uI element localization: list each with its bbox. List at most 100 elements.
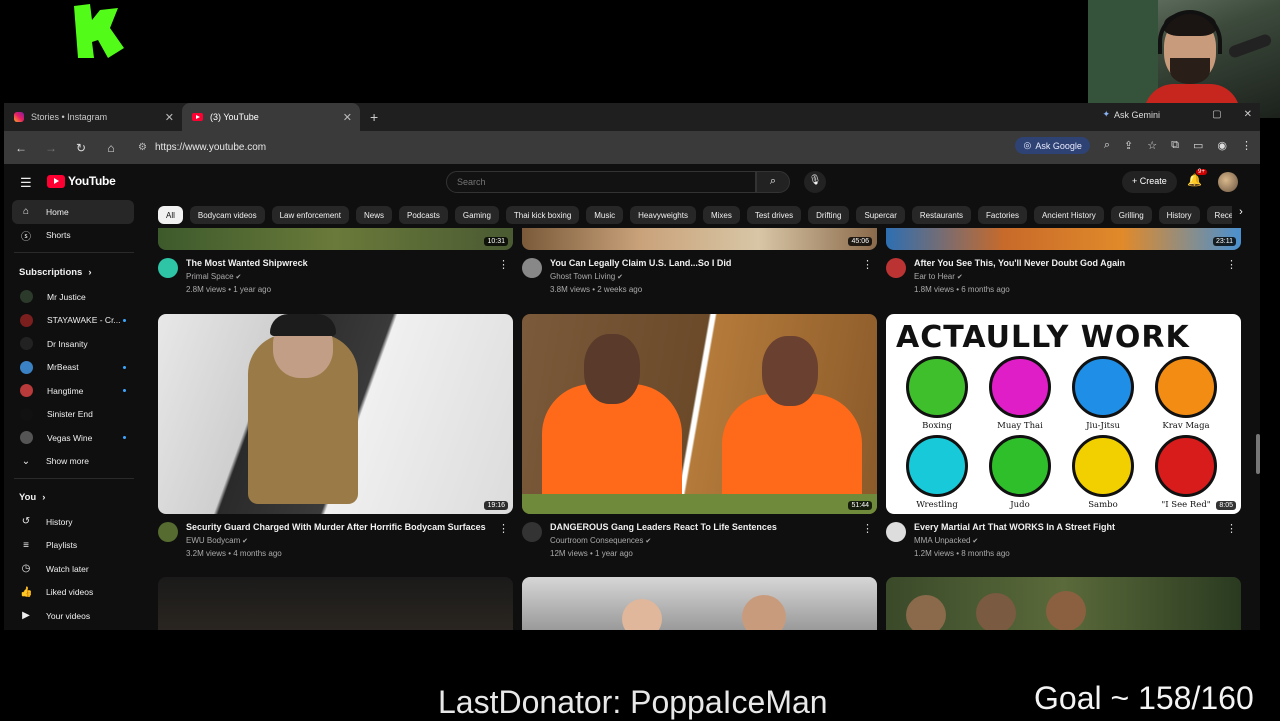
channel-name[interactable]: Courtroom Consequences ✔	[550, 536, 651, 545]
search-button[interactable]: ⌕	[756, 171, 790, 193]
notifications-bell-icon[interactable]: 🔔	[1187, 173, 1202, 187]
filter-chip[interactable]: News	[355, 206, 392, 224]
filter-chip[interactable]: Podcasts	[398, 206, 448, 224]
sidebar-subscription[interactable]: Dr Insanity	[4, 332, 144, 356]
video-thumbnail[interactable]	[886, 577, 1241, 630]
filter-chip[interactable]: Drifting	[808, 206, 850, 224]
filter-chip[interactable]: Mixes	[702, 206, 740, 224]
more-actions-icon[interactable]: ⋮	[498, 258, 509, 271]
video-title[interactable]: Security Guard Charged With Murder After…	[186, 522, 486, 532]
video-title[interactable]: DANGEROUS Gang Leaders React To Life Sen…	[550, 522, 777, 532]
video-thumbnail[interactable]: 10:31	[158, 228, 513, 250]
back-icon[interactable]: ←	[14, 141, 28, 155]
sidebar-subscription[interactable]: STAYAWAKE - Cr...	[4, 309, 144, 333]
more-actions-icon[interactable]: ⋮	[862, 522, 873, 535]
more-actions-icon[interactable]: ⋮	[1226, 258, 1237, 271]
channel-avatar[interactable]	[158, 522, 178, 542]
channel-name[interactable]: MMA Unpacked ✔	[914, 536, 978, 545]
home-icon[interactable]: ⌂	[104, 141, 118, 155]
sidebar-subscription[interactable]: MrBeast	[4, 356, 144, 380]
maximize-icon[interactable]: ▢	[1212, 109, 1221, 120]
filter-chip[interactable]: Test drives	[746, 206, 802, 224]
sidebar-item-watch-later[interactable]: ◷ Watch later	[4, 557, 144, 581]
forward-icon[interactable]: →	[44, 141, 58, 155]
channel-avatar[interactable]	[522, 258, 542, 278]
sidebar-item-shorts[interactable]: ⓢ Shorts	[4, 224, 144, 248]
channel-avatar[interactable]	[522, 522, 542, 542]
sidebar-subscription[interactable]: Sinister End	[4, 403, 144, 427]
tab-instagram[interactable]: Stories • Instagram ✕	[4, 103, 182, 131]
filter-chip[interactable]: Supercar	[856, 206, 905, 224]
video-title[interactable]: Every Martial Art That WORKS In A Street…	[914, 522, 1115, 532]
video-thumbnail[interactable]	[522, 577, 877, 630]
channel-name[interactable]: Ghost Town Living ✔	[550, 272, 623, 281]
filter-chip[interactable]: Thai kick boxing	[505, 206, 580, 224]
sidebar-item-liked-videos[interactable]: 👍 Liked videos	[4, 581, 144, 605]
channel-avatar[interactable]	[886, 522, 906, 542]
sidebar-subscription[interactable]: Vegas Wine	[4, 426, 144, 450]
zoom-icon[interactable]: ⌕	[1104, 139, 1110, 152]
close-icon[interactable]: ✕	[343, 111, 352, 124]
sidebar-item-home[interactable]: ⌂ Home	[12, 200, 134, 224]
filter-chip[interactable]: Heavyweights	[630, 206, 696, 224]
filter-chip[interactable]: Grilling	[1110, 206, 1152, 224]
ask-gemini-button[interactable]: ✦ Ask Gemini	[1102, 109, 1160, 120]
filter-chip[interactable]: Bodycam videos	[189, 206, 265, 224]
sidebar-item-history[interactable]: ↺ History	[4, 510, 144, 534]
sidebar-subscription[interactable]: Mr Justice	[4, 285, 144, 309]
channel-name[interactable]: Primal Space ✔	[186, 272, 241, 281]
profile-icon[interactable]: ◉	[1217, 139, 1227, 152]
reload-icon[interactable]: ↻	[74, 141, 88, 155]
channel-avatar[interactable]	[886, 258, 906, 278]
bookmark-star-icon[interactable]: ☆	[1147, 139, 1157, 152]
subscriptions-heading[interactable]: Subscriptions ›	[4, 259, 144, 285]
filter-chip[interactable]: Gaming	[454, 206, 499, 224]
filter-chip[interactable]: Music	[586, 206, 624, 224]
more-actions-icon[interactable]: ⋮	[862, 258, 873, 271]
install-icon[interactable]: ⇪	[1124, 139, 1133, 152]
filter-chip[interactable]: History	[1158, 206, 1200, 224]
menu-icon[interactable]: ⋮	[1241, 139, 1252, 152]
more-actions-icon[interactable]: ⋮	[1226, 522, 1237, 535]
sidebar-item-playlists[interactable]: ≡ Playlists	[4, 534, 144, 558]
show-more-button[interactable]: ⌄ Show more	[4, 450, 144, 474]
sidebar-item-your-videos[interactable]: ▶ Your videos	[4, 604, 144, 628]
sidebar-subscription[interactable]: Hangtime	[4, 379, 144, 403]
create-button[interactable]: + Create	[1122, 171, 1177, 193]
filter-chip[interactable]: Restaurants	[911, 206, 972, 224]
channel-name[interactable]: Ear to Hear ✔	[914, 272, 963, 281]
video-thumbnail[interactable]: 19:16	[158, 314, 513, 514]
hamburger-menu-icon[interactable]: ☰	[20, 175, 32, 191]
video-thumbnail[interactable]: 51:44	[522, 314, 877, 514]
video-thumbnail[interactable]: 23:11	[886, 228, 1241, 250]
tab-youtube[interactable]: (3) YouTube ✕	[182, 103, 360, 131]
site-settings-icon[interactable]: ⚙	[138, 142, 147, 153]
youtube-logo[interactable]: YouTube	[47, 174, 116, 188]
filter-chip[interactable]: Ancient History	[1033, 206, 1104, 224]
video-title[interactable]: After You See This, You'll Never Doubt G…	[914, 258, 1125, 268]
video-thumbnail[interactable]: 45:06	[522, 228, 877, 250]
account-avatar[interactable]	[1218, 172, 1238, 192]
more-actions-icon[interactable]: ⋮	[498, 522, 509, 535]
filter-chip[interactable]: All	[158, 206, 183, 224]
close-window-icon[interactable]: ✕	[1244, 109, 1252, 120]
address-bar[interactable]: ⚙ https://www.youtube.com	[138, 142, 266, 153]
new-tab-button[interactable]: +	[370, 109, 378, 125]
extensions-icon[interactable]: ⧉	[1171, 139, 1179, 152]
ask-google-button[interactable]: ◎ Ask Google	[1015, 137, 1090, 154]
channel-avatar[interactable]	[158, 258, 178, 278]
video-thumbnail[interactable]	[158, 577, 513, 630]
video-thumbnail[interactable]: ACTAULLY WORK Boxing Muay Thai Jiu-Jitsu Kr…	[886, 314, 1241, 514]
video-title[interactable]: The Most Wanted Shipwreck	[186, 258, 308, 268]
you-heading[interactable]: You ›	[4, 484, 144, 510]
filter-chip[interactable]: Law enforcement	[271, 206, 349, 224]
filter-chip[interactable]: Factories	[978, 206, 1027, 224]
close-icon[interactable]: ✕	[165, 111, 174, 124]
channel-name[interactable]: EWU Bodycam ✔	[186, 536, 248, 545]
video-title[interactable]: You Can Legally Claim U.S. Land...So I D…	[550, 258, 731, 268]
scrollbar-thumb[interactable]	[1256, 434, 1260, 474]
search-input[interactable]	[446, 171, 756, 193]
voice-search-button[interactable]: 🎙	[804, 171, 826, 193]
chevron-right-icon[interactable]: ›	[1232, 206, 1250, 224]
cast-icon[interactable]: ▭	[1193, 139, 1203, 152]
